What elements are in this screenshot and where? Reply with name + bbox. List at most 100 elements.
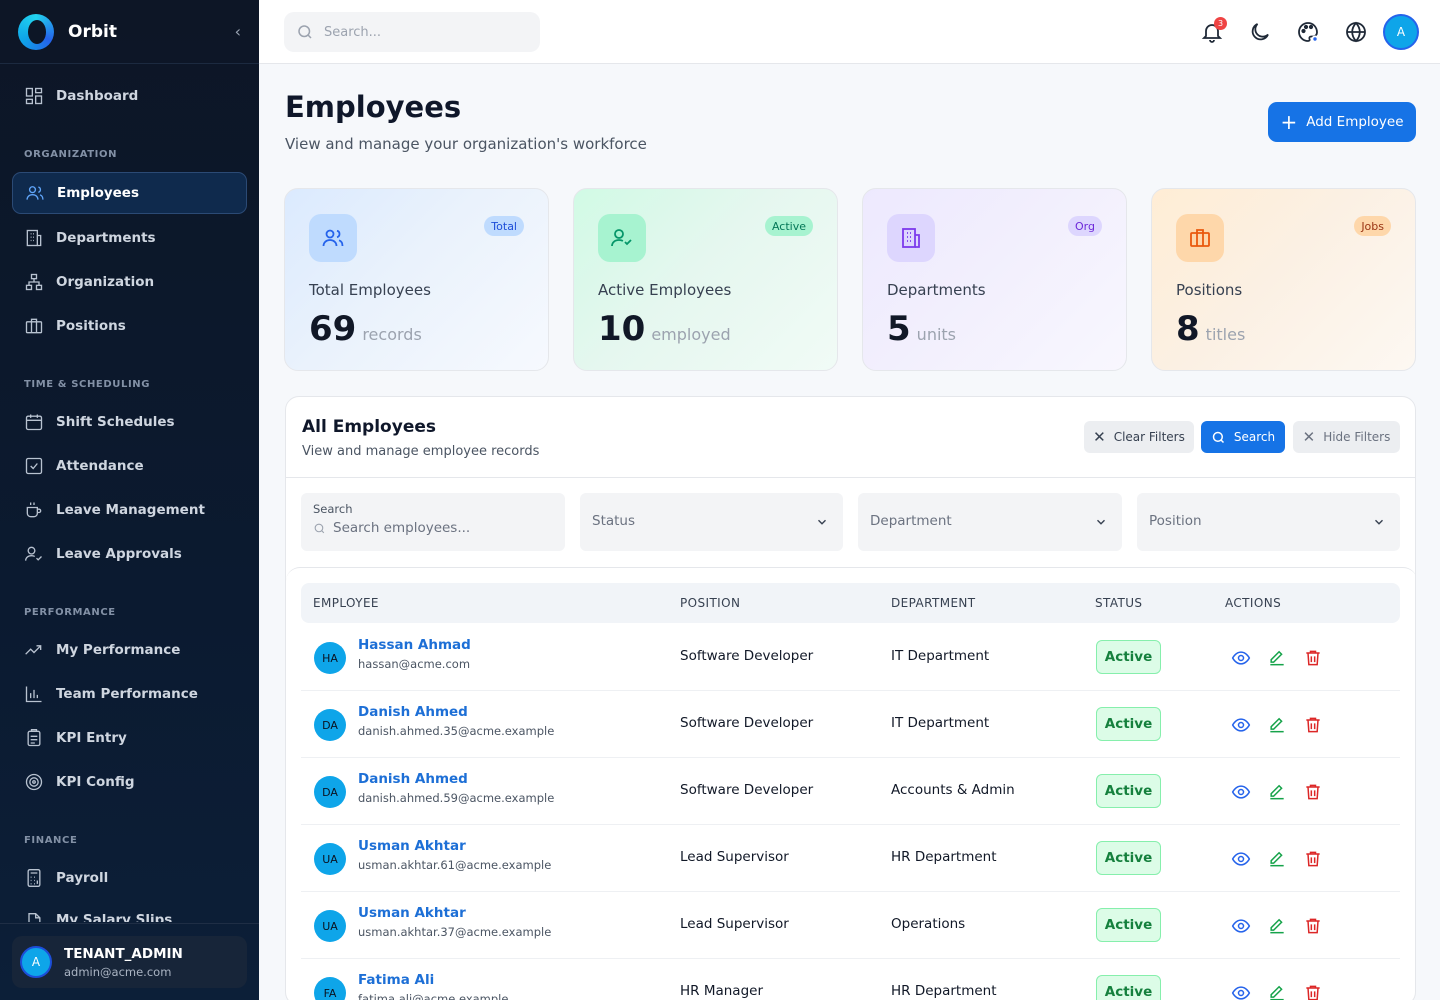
sidebar-item-kpi-config[interactable]: KPI Config bbox=[12, 761, 247, 803]
sidebar-item-my-salary-slips[interactable]: My Salary Slips bbox=[12, 900, 247, 922]
sidebar-item-shift-schedules[interactable]: Shift Schedules bbox=[12, 401, 247, 443]
search-field-placeholder: Search employees... bbox=[333, 520, 471, 536]
employee-department: HR Department bbox=[891, 983, 997, 999]
sidebar-item-label: Shift Schedules bbox=[56, 414, 175, 430]
sidebar-item-dashboard[interactable]: Dashboard bbox=[12, 75, 247, 117]
delete-trash-icon[interactable] bbox=[1303, 648, 1323, 668]
sidebar-item-label: Team Performance bbox=[56, 686, 198, 702]
employee-name-link[interactable]: Usman Akhtar bbox=[358, 838, 466, 854]
column-header: EMPLOYEE bbox=[313, 596, 379, 610]
sidebar-item-payroll[interactable]: Payroll bbox=[12, 857, 247, 899]
chevron-down-icon bbox=[818, 519, 826, 525]
collapse-sidebar-icon[interactable]: ‹ bbox=[235, 22, 241, 41]
chevron-down-icon bbox=[1097, 519, 1105, 525]
sidebar-item-team-performance[interactable]: Team Performance bbox=[12, 673, 247, 715]
table-row: UA Usman Akhtar usman.akhtar.61@acme.examp… bbox=[301, 825, 1400, 892]
search-icon bbox=[298, 25, 312, 39]
calculator-icon bbox=[27, 869, 41, 887]
edit-pencil-icon[interactable] bbox=[1267, 715, 1287, 735]
sidebar-item-positions[interactable]: Positions bbox=[12, 305, 247, 347]
sidebar-item-leave-management[interactable]: Leave Management bbox=[12, 489, 247, 531]
delete-trash-icon[interactable] bbox=[1303, 782, 1323, 802]
department-select[interactable]: Department bbox=[858, 493, 1122, 551]
dashboard-icon bbox=[25, 87, 43, 105]
sidebar-item-kpi-entry[interactable]: KPI Entry bbox=[12, 717, 247, 759]
edit-pencil-icon[interactable] bbox=[1267, 782, 1287, 802]
sidebar-item-departments[interactable]: Departments bbox=[12, 217, 247, 259]
sidebar-item-label: Leave Management bbox=[56, 502, 205, 518]
list-title: All Employees bbox=[302, 417, 436, 437]
position-select[interactable]: Position bbox=[1137, 493, 1400, 551]
stat-value: 5 units bbox=[887, 309, 956, 349]
sidebar-item-label: KPI Config bbox=[56, 774, 135, 790]
view-eye-icon[interactable] bbox=[1231, 782, 1251, 802]
employee-name-link[interactable]: Fatima Ali bbox=[358, 972, 434, 988]
edit-pencil-icon[interactable] bbox=[1267, 648, 1287, 668]
user-email: admin@acme.com bbox=[64, 964, 172, 979]
globe-icon[interactable] bbox=[1344, 20, 1368, 44]
stat-unit: titles bbox=[1205, 325, 1246, 344]
status-select[interactable]: Status bbox=[580, 493, 843, 551]
add-employee-label: Add Employee bbox=[1306, 114, 1404, 130]
sidebar-item-employees[interactable]: Employees bbox=[12, 172, 247, 214]
edit-pencil-icon[interactable] bbox=[1267, 983, 1287, 1000]
moon-icon[interactable] bbox=[1248, 20, 1272, 44]
employee-name-link[interactable]: Danish Ahmed bbox=[358, 771, 468, 787]
stat-unit: employed bbox=[651, 325, 731, 344]
view-eye-icon[interactable] bbox=[1231, 715, 1251, 735]
edit-pencil-icon[interactable] bbox=[1267, 916, 1287, 936]
table-header: EMPLOYEE POSITION DEPARTMENT STATUS ACTI… bbox=[301, 583, 1400, 623]
avatar: UA bbox=[314, 910, 346, 942]
sidebar-item-attendance[interactable]: Attendance bbox=[12, 445, 247, 487]
employee-department: HR Department bbox=[891, 849, 997, 865]
sidebar: Orbit ‹ Dashboard ORGANIZATION Employees… bbox=[0, 0, 259, 1000]
building-icon bbox=[26, 229, 42, 247]
stat-value: 8 titles bbox=[1176, 309, 1245, 349]
table-row: DA Danish Ahmed danish.ahmed.59@acme.examp… bbox=[301, 758, 1400, 825]
employee-name-link[interactable]: Danish Ahmed bbox=[358, 704, 468, 720]
column-header: DEPARTMENT bbox=[891, 596, 976, 610]
brand-name: Orbit bbox=[68, 21, 117, 42]
delete-trash-icon[interactable] bbox=[1303, 916, 1323, 936]
clear-filters-button[interactable]: ✕ Clear Filters bbox=[1084, 421, 1194, 453]
employee-search-field[interactable]: Search Search employees... bbox=[301, 493, 565, 551]
employee-position: Lead Supervisor bbox=[680, 916, 789, 932]
employee-name-link[interactable]: Usman Akhtar bbox=[358, 905, 466, 921]
hide-filters-button[interactable]: ✕ Hide Filters bbox=[1293, 421, 1400, 453]
view-eye-icon[interactable] bbox=[1231, 648, 1251, 668]
view-eye-icon[interactable] bbox=[1231, 983, 1251, 1000]
user-avatar-button[interactable]: A bbox=[1383, 14, 1419, 50]
user-card[interactable]: A TENANT_ADMIN admin@acme.com bbox=[12, 936, 247, 988]
global-search-input[interactable]: Search... bbox=[284, 12, 540, 52]
stat-unit: records bbox=[362, 325, 422, 344]
view-eye-icon[interactable] bbox=[1231, 916, 1251, 936]
employee-name-link[interactable]: Hassan Ahmad bbox=[358, 637, 471, 653]
stat-card-total-employees: Total Total Employees 69 records bbox=[284, 188, 549, 371]
sidebar-item-label: Leave Approvals bbox=[56, 546, 182, 562]
employee-email: danish.ahmed.35@acme.example bbox=[358, 724, 555, 738]
sidebar-item-my-performance[interactable]: My Performance bbox=[12, 629, 247, 671]
palette-icon[interactable] bbox=[1296, 20, 1320, 44]
status-badge: Active bbox=[1096, 640, 1161, 674]
briefcase-icon bbox=[1176, 214, 1224, 262]
delete-trash-icon[interactable] bbox=[1303, 983, 1323, 1000]
user-check-icon bbox=[25, 546, 42, 561]
stat-value: 10 employed bbox=[598, 309, 731, 349]
status-badge: Active bbox=[1096, 975, 1161, 1000]
delete-trash-icon[interactable] bbox=[1303, 849, 1323, 869]
close-icon: ✕ bbox=[1093, 428, 1106, 446]
stat-label: Total Employees bbox=[309, 281, 431, 299]
delete-trash-icon[interactable] bbox=[1303, 715, 1323, 735]
sidebar-item-leave-approvals[interactable]: Leave Approvals bbox=[12, 533, 247, 575]
add-employee-button[interactable]: + Add Employee bbox=[1268, 102, 1416, 142]
edit-pencil-icon[interactable] bbox=[1267, 849, 1287, 869]
stat-number: 8 bbox=[1176, 309, 1200, 349]
sidebar-item-label: My Salary Slips bbox=[56, 912, 173, 922]
view-eye-icon[interactable] bbox=[1231, 849, 1251, 869]
search-button[interactable]: Search bbox=[1201, 421, 1285, 453]
sidebar-item-organization[interactable]: Organization bbox=[12, 261, 247, 303]
nav-section-organization: ORGANIZATION bbox=[24, 149, 118, 160]
briefcase-icon bbox=[25, 318, 43, 334]
sidebar-item-label: KPI Entry bbox=[56, 730, 127, 746]
avatar: UA bbox=[314, 843, 346, 875]
